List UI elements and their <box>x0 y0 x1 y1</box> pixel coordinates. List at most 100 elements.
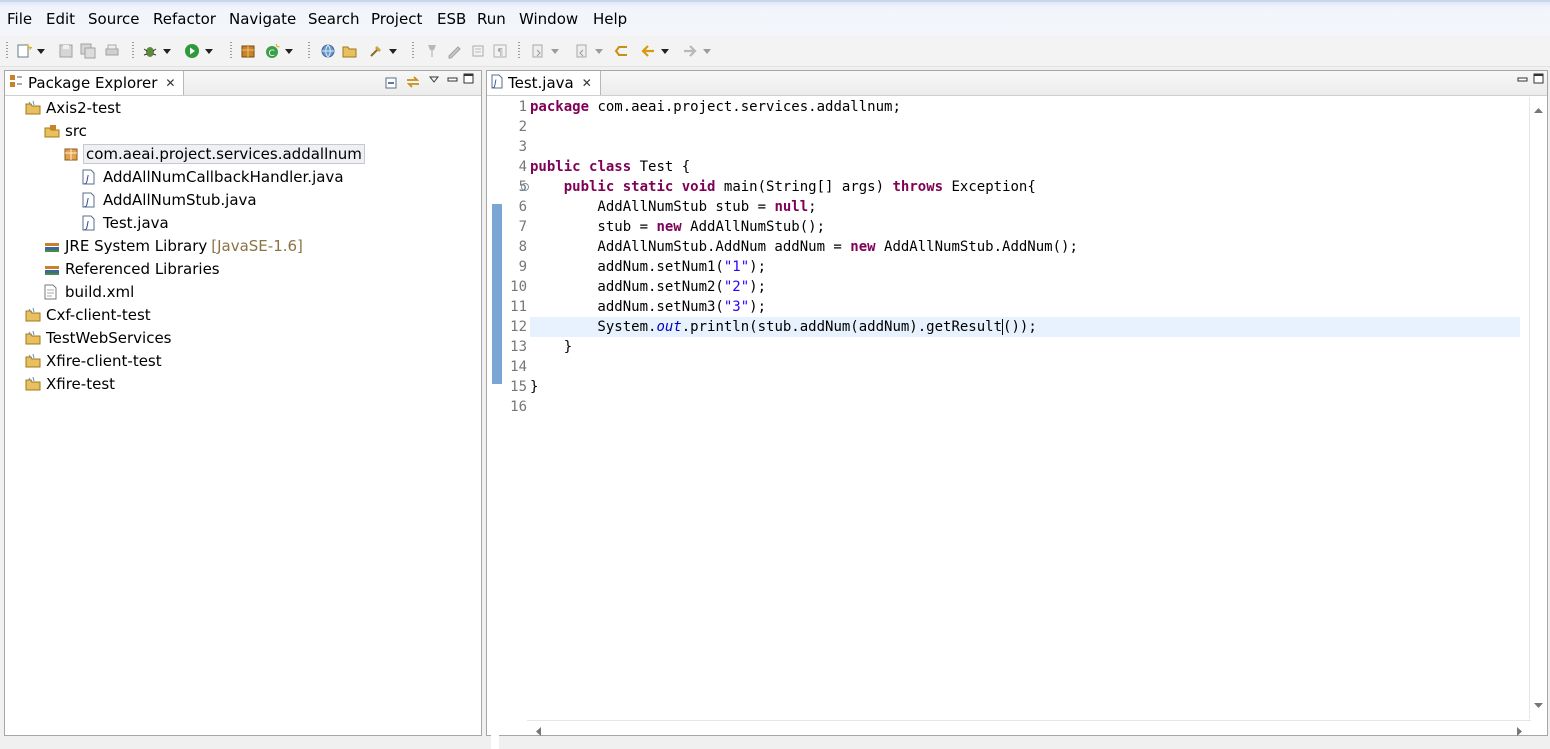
link-with-editor-icon[interactable] <box>405 75 421 93</box>
code-token: .println(stub.addNum(addNum).getResult <box>681 319 1003 335</box>
code-token: new <box>656 219 682 235</box>
last-edit-icon <box>614 43 630 59</box>
menu-bar: File Edit Source Refactor Navigate Search Proj… <box>0 0 1550 36</box>
overview-ruler <box>491 99 502 749</box>
line-number: 2 <box>518 119 527 135</box>
tree-item[interactable]: Xfire-test <box>25 373 115 395</box>
last-edit-location-button[interactable] <box>614 41 630 61</box>
menu-navigate[interactable]: Navigate <box>229 9 296 29</box>
tab-test-java[interactable]: J Test.java ✕ <box>487 71 601 95</box>
minimize-icon[interactable] <box>447 73 459 89</box>
external-tools-button[interactable] <box>368 41 397 61</box>
close-icon[interactable]: ✕ <box>582 76 592 90</box>
tree-item[interactable]: Axis2-test <box>25 97 121 119</box>
previous-annotation-icon <box>574 43 590 59</box>
toggle-breadcrumb-button[interactable] <box>424 41 440 61</box>
java-file-icon: J <box>491 74 503 93</box>
open-type-button[interactable] <box>240 41 256 61</box>
tab-package-explorer[interactable]: Package Explorer ✕ <box>5 71 185 95</box>
open-folder-button[interactable] <box>342 41 358 61</box>
minimize-icon[interactable] <box>1517 73 1529 89</box>
back-button[interactable] <box>640 41 669 61</box>
pilcrow-icon: ¶ <box>492 43 508 59</box>
scroll-down-icon[interactable] <box>1534 697 1543 713</box>
code-token: AddAllNumStub stub = <box>530 199 775 215</box>
scroll-up-icon[interactable] <box>1534 101 1543 117</box>
menu-window[interactable]: Window <box>519 9 578 29</box>
print-button[interactable] <box>104 41 120 61</box>
code-token: addNum.setNum2( <box>530 279 724 295</box>
main-toolbar: C ¶ <box>0 36 1550 67</box>
tree-item-label: AddAllNumCallbackHandler.java <box>103 168 344 186</box>
new-class-button[interactable]: C <box>264 41 293 61</box>
menu-edit[interactable]: Edit <box>46 9 75 29</box>
scroll-left-icon[interactable] <box>535 724 541 740</box>
code-line: addNum.setNum3("3"); <box>530 297 1520 317</box>
previous-annotation-button[interactable] <box>574 41 603 61</box>
code-line: addNum.setNum1("1"); <box>530 257 1520 277</box>
scroll-right-icon[interactable] <box>1517 724 1523 740</box>
tree-item[interactable]: J Test.java <box>82 212 169 234</box>
menu-source[interactable]: Source <box>88 9 140 29</box>
maximize-icon[interactable] <box>1533 73 1545 89</box>
fold-collapse-icon[interactable] <box>521 183 529 191</box>
menu-esb[interactable]: ESB <box>437 9 466 29</box>
tree-item[interactable]: Xfire-client-test <box>25 350 162 372</box>
code-token: ); <box>749 279 767 295</box>
horizontal-scrollbar[interactable] <box>527 720 1531 736</box>
tree-item[interactable]: Referenced Libraries <box>44 258 220 280</box>
open-project-button[interactable] <box>320 41 336 61</box>
pen-icon <box>446 43 462 59</box>
new-wizard-button[interactable] <box>16 41 45 61</box>
menu-file[interactable]: File <box>7 9 32 29</box>
tree-item-label: build.xml <box>65 283 135 301</box>
tree-item-decoration: [JavaSE-1.6] <box>211 237 303 255</box>
tree-item-label: src <box>65 122 87 140</box>
tree-item-label: Xfire-client-test <box>46 352 162 370</box>
show-whitespace-button[interactable]: ¶ <box>492 41 508 61</box>
code-area[interactable]: package com.aeai.project.services.addall… <box>530 97 1520 417</box>
vertical-scrollbar[interactable] <box>1529 97 1547 719</box>
code-token: ); <box>749 299 767 315</box>
block-selection-button[interactable] <box>470 41 486 61</box>
svg-text:¶: ¶ <box>497 47 503 58</box>
next-annotation-button[interactable] <box>530 41 559 61</box>
view-menu-icon[interactable] <box>428 73 440 89</box>
block-select-icon <box>470 43 486 59</box>
menu-refactor[interactable]: Refactor <box>153 9 216 29</box>
tree-item[interactable]: J AddAllNumStub.java <box>82 189 257 211</box>
mark-occurrences-button[interactable] <box>446 41 462 61</box>
run-icon <box>184 43 200 59</box>
tree-item[interactable]: TestWebServices <box>25 327 172 349</box>
menu-help[interactable]: Help <box>593 9 627 29</box>
run-button[interactable] <box>184 41 213 61</box>
code-line: stub = new AddAllNumStub(); <box>530 217 1520 237</box>
tree-item[interactable]: JRE System Library [JavaSE-1.6] <box>44 235 303 257</box>
code-token: public <box>563 179 615 195</box>
tree-item-label: Cxf-client-test <box>46 306 151 324</box>
tree-item-label: Xfire-test <box>46 375 116 393</box>
tree-item[interactable]: build.xml <box>44 281 134 303</box>
code-line: public class Test { <box>530 157 1520 177</box>
line-number: 7 <box>518 219 527 235</box>
maximize-icon[interactable] <box>463 73 475 89</box>
menu-run[interactable]: Run <box>477 9 506 29</box>
tree-item[interactable]: J AddAllNumCallbackHandler.java <box>82 166 344 188</box>
code-token: addNum.setNum3( <box>530 299 724 315</box>
forward-button[interactable] <box>682 41 711 61</box>
line-number: 3 <box>518 139 527 155</box>
code-token: class <box>589 159 632 175</box>
save-all-button[interactable] <box>80 41 96 61</box>
menu-search[interactable]: Search <box>308 9 360 29</box>
tree-item[interactable]: Cxf-client-test <box>25 304 151 326</box>
debug-button[interactable] <box>142 41 171 61</box>
tree-item-label: AddAllNumStub.java <box>103 191 257 209</box>
collapse-all-icon[interactable] <box>385 75 399 93</box>
tree-item[interactable]: src <box>44 120 87 142</box>
code-token: Exception{ <box>943 179 1036 195</box>
tree-item[interactable]: com.aeai.project.services.addallnum <box>63 143 365 165</box>
close-icon[interactable]: ✕ <box>165 76 175 90</box>
save-button[interactable] <box>58 41 74 61</box>
menu-project[interactable]: Project <box>371 9 422 29</box>
